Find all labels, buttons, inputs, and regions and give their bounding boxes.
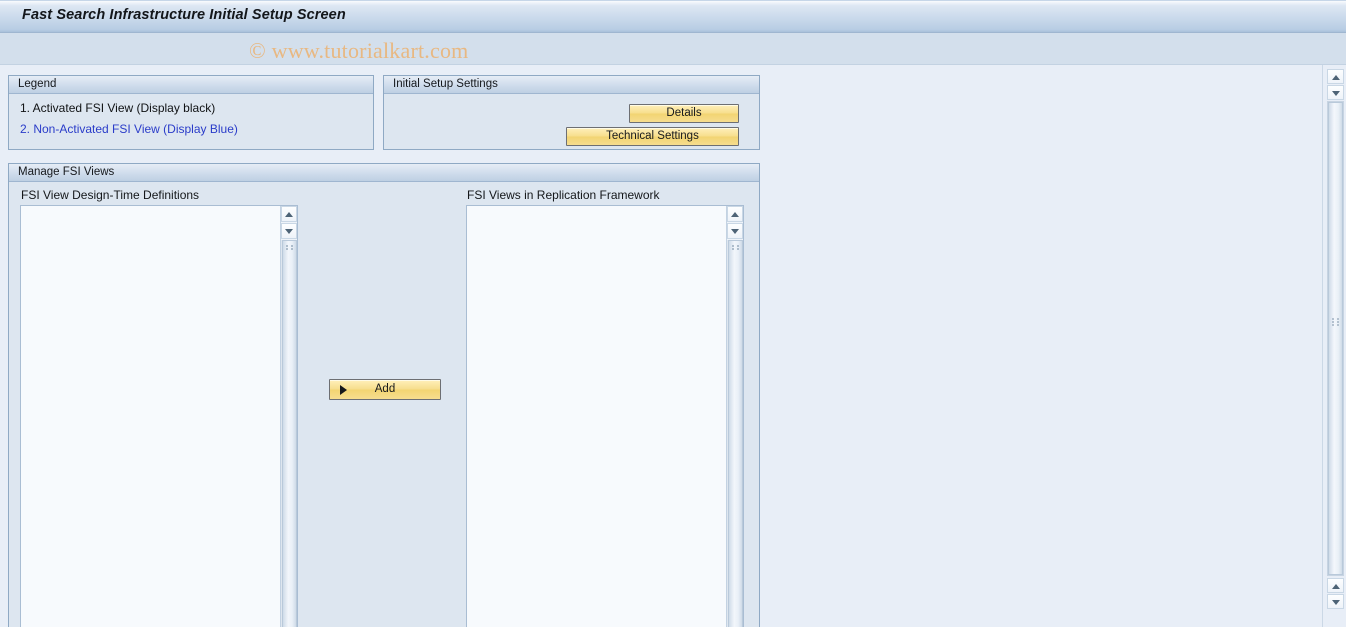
legend-item-non-activated: 2. Non-Activated FSI View (Display Blue) [20, 122, 238, 136]
sap-gui-screen: Fast Search Infrastructure Initial Setup… [0, 0, 1346, 627]
add-button[interactable]: Add [329, 379, 441, 400]
arrow-down-icon [1331, 600, 1340, 605]
initial-setup-settings-header: Initial Setup Settings [384, 76, 759, 94]
legend-item-activated: 1. Activated FSI View (Display black) [20, 101, 216, 115]
window-scroll-up-button-bottom[interactable] [1327, 578, 1344, 593]
triangle-right-icon [340, 385, 347, 395]
manage-fsi-views-body: FSI View Design-Time Definitions FSI Vie… [9, 183, 759, 627]
manage-fsi-views-header: Manage FSI Views [9, 164, 759, 182]
window-titlebar: Fast Search Infrastructure Initial Setup… [0, 0, 1346, 33]
legend-panel-header: Legend [9, 76, 373, 94]
scrollbar-track[interactable] [727, 240, 743, 627]
grip-dots-icon [732, 245, 741, 250]
window-scrollbar-track[interactable] [1327, 101, 1344, 576]
arrow-up-icon [1331, 584, 1340, 589]
replication-framework-label: FSI Views in Replication Framework [467, 188, 660, 202]
initial-setup-settings-panel: Initial Setup Settings Details Technical… [383, 75, 760, 150]
scroll-up-button[interactable] [281, 206, 297, 222]
page-title: Fast Search Infrastructure Initial Setup… [22, 7, 346, 23]
scrollbar-track[interactable] [281, 240, 297, 627]
window-vertical-scrollbar[interactable] [1322, 65, 1346, 627]
design-time-definitions-scrollbar[interactable] [280, 206, 297, 627]
legend-panel-title: Legend [18, 78, 57, 90]
arrow-down-icon [285, 229, 293, 234]
design-time-definitions-items[interactable] [21, 206, 280, 627]
legend-panel: Legend 1. Activated FSI View (Display bl… [8, 75, 374, 150]
legend-panel-body: 1. Activated FSI View (Display black) 2.… [9, 95, 373, 149]
watermark-band [0, 33, 1346, 65]
replication-framework-items[interactable] [467, 206, 726, 627]
arrow-up-icon [285, 212, 293, 217]
scroll-down-button[interactable] [727, 223, 743, 239]
scroll-up-button[interactable] [727, 206, 743, 222]
work-area: Legend 1. Activated FSI View (Display bl… [0, 65, 1322, 627]
grip-dots-icon [286, 245, 295, 250]
window-scroll-down-button-bottom[interactable] [1327, 594, 1344, 609]
titlebar-highlight [0, 0, 1346, 1]
scrollbar-thumb[interactable] [282, 240, 297, 627]
scrollbar-thumb[interactable] [728, 240, 743, 627]
watermark-text: © www.tutorialkart.com [249, 38, 469, 63]
arrow-down-icon [731, 229, 739, 234]
design-time-definitions-listbox[interactable] [20, 205, 298, 627]
scroll-down-button[interactable] [281, 223, 297, 239]
details-button[interactable]: Details [629, 104, 739, 123]
replication-framework-scrollbar[interactable] [726, 206, 743, 627]
arrow-up-icon [1331, 75, 1340, 80]
initial-setup-settings-body: Details Technical Settings [384, 95, 759, 149]
design-time-definitions-label: FSI View Design-Time Definitions [21, 188, 200, 202]
initial-setup-settings-title: Initial Setup Settings [393, 78, 498, 90]
manage-fsi-views-panel: Manage FSI Views FSI View Design-Time De… [8, 163, 760, 627]
window-scrollbar-thumb[interactable] [1328, 102, 1343, 575]
arrow-down-icon [1331, 91, 1340, 96]
manage-fsi-views-title: Manage FSI Views [18, 166, 115, 178]
arrow-up-icon [731, 212, 739, 217]
grip-dots-icon [1332, 318, 1341, 327]
window-scroll-down-button[interactable] [1327, 85, 1344, 100]
window-scroll-up-button[interactable] [1327, 69, 1344, 84]
replication-framework-listbox[interactable] [466, 205, 744, 627]
technical-settings-button[interactable]: Technical Settings [566, 127, 739, 146]
